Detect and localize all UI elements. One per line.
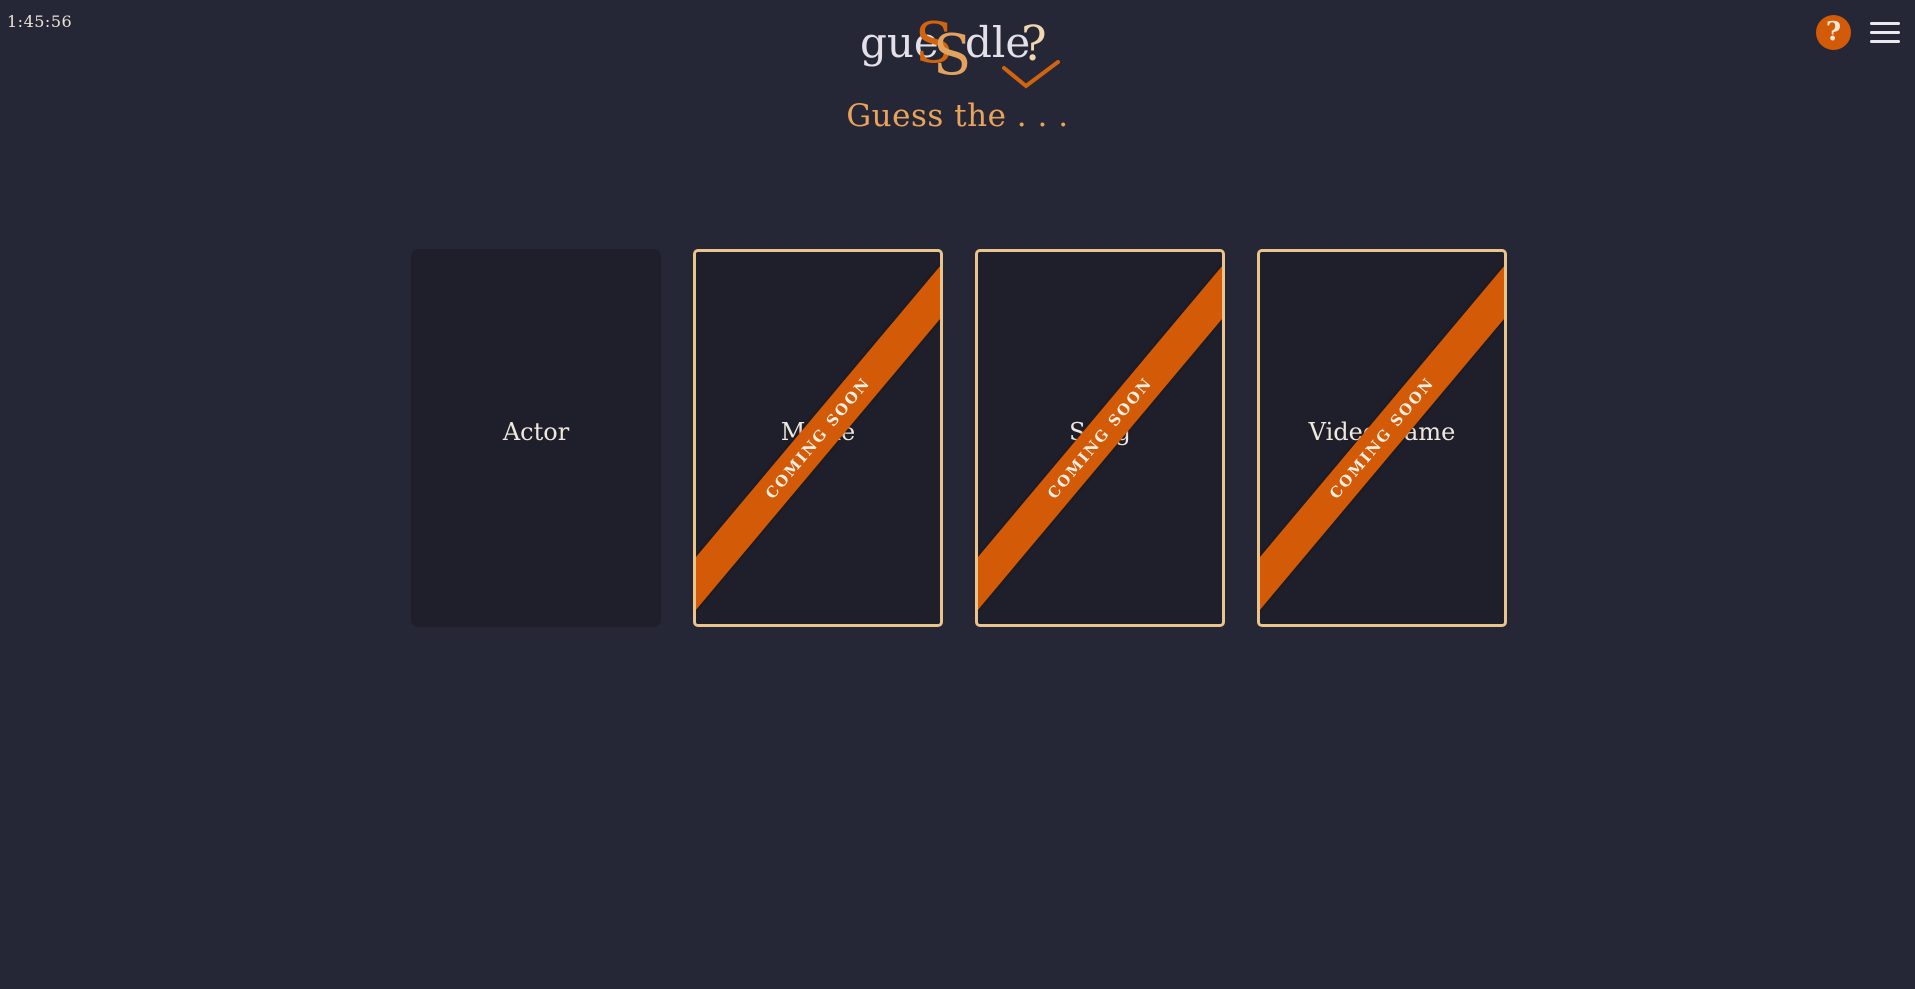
- card-video-game[interactable]: Video Game COMING SOON: [1257, 249, 1507, 627]
- card-movie[interactable]: Movie COMING SOON: [693, 249, 943, 627]
- card-label: Actor: [502, 418, 570, 446]
- card-song[interactable]: Song COMING SOON: [975, 249, 1225, 627]
- help-button[interactable]: ?: [1816, 15, 1851, 50]
- help-icon: ?: [1825, 17, 1842, 47]
- page-subtitle: Guess the . . .: [846, 98, 1069, 134]
- checkmark-icon: [1002, 60, 1060, 89]
- menu-line-icon: [1870, 22, 1900, 25]
- countdown-timer: 1:45:56: [7, 12, 73, 31]
- hamburger-menu-button[interactable]: [1870, 20, 1900, 46]
- menu-line-icon: [1870, 40, 1900, 43]
- card-actor[interactable]: Actor: [411, 249, 661, 627]
- guessdle-logo: gue S S dle ?: [858, 16, 1060, 92]
- menu-line-icon: [1870, 31, 1900, 34]
